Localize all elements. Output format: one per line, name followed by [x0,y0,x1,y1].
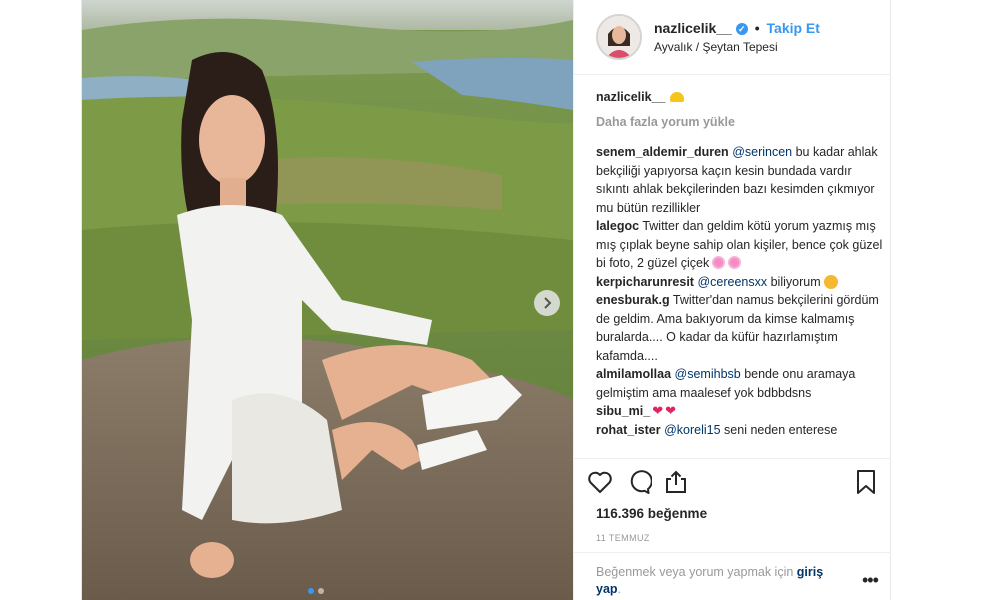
like-button[interactable] [586,468,616,498]
heart-outline-icon [588,471,612,493]
chevron-right-icon [544,297,552,309]
login-prompt-text: Beğenmek veya yorum yapmak için [596,565,797,579]
instagram-post: nazlicelik__ ✓ • Takip Et Ayvalık / Şeyta… [81,0,891,600]
waving-emoji-icon [669,92,684,102]
location-link[interactable]: Ayvalık / Şeytan Tepesi [654,40,778,54]
tongue-out-emoji-icon [823,274,838,289]
follow-button[interactable]: Takip Et [767,20,820,36]
header-separator: • [754,20,760,36]
action-bar [586,468,882,500]
comment-item: lalegoc Twitter dan geldim kötü yorum ya… [596,217,884,273]
post-date: 11 TEMMUZ [596,533,650,543]
post-side-panel: nazlicelik__ ✓ • Takip Et Ayvalık / Şeyta… [573,0,891,600]
comment-mention[interactable]: @semihbsb [675,367,741,381]
next-photo-button[interactable] [534,290,560,316]
post-header: nazlicelik__ ✓ • Takip Et Ayvalık / Şeyta… [574,0,891,75]
comment-username[interactable]: rohat_ister [596,423,661,437]
comment-mention[interactable]: @cereensxx [697,275,767,289]
section-divider [574,458,891,459]
comment-username[interactable]: almilamollaa [596,367,671,381]
comment-mention[interactable]: @koreli15 [664,423,720,437]
login-prompt: Beğenmek veya yorum yapmak için giriş ya… [596,564,846,598]
post-photo[interactable] [82,0,573,600]
comment-item: kerpicharunresit @cereensxx biliyorum [596,273,884,292]
comments-list[interactable]: nazlicelik__ Daha fazla yorum yükle sene… [596,88,884,454]
comment-username[interactable]: kerpicharunresit [596,275,694,289]
comment-item: almilamollaa @semihbsb bende onu aramaya… [596,365,884,402]
flower-emoji-icon [728,256,742,269]
carousel-dot [308,588,314,594]
avatar-image [598,16,640,58]
share-icon [666,470,686,493]
flower-emoji-icon [712,256,726,269]
bookmark-icon [857,470,875,494]
comment-text: biliyorum [767,274,821,289]
photo-image [82,0,573,600]
comment-item: rohat_ister @koreli15 seni neden enteres… [596,421,884,440]
avatar[interactable] [596,14,642,60]
share-button[interactable] [662,468,692,498]
comment-username[interactable]: sibu_mi_ [596,404,650,418]
comment-item: senem_aldemir_duren @serincen bu kadar a… [596,143,884,217]
heart-emoji-icon: ❤ [652,403,664,418]
comment-item: sibu_mi_ ❤ ❤ [596,402,884,421]
comment-text: seni neden enterese [720,422,838,437]
load-more-comments-button[interactable]: Daha fazla yorum yükle [596,113,884,132]
caption: nazlicelik__ [596,88,884,107]
likes-count[interactable]: 116.396 beğenme [596,506,707,521]
comment-username[interactable]: senem_aldemir_duren [596,145,729,159]
more-options-icon[interactable]: ••• [862,570,879,591]
header-user-line: nazlicelik__ ✓ • Takip Et [654,20,820,36]
carousel-indicator [308,588,324,594]
comment-item: enesburak.g Twitter'dan namus bekçilerin… [596,291,884,365]
heart-emoji-icon: ❤ [665,403,676,418]
comment-username[interactable]: lalegoc [596,219,639,233]
verified-badge-icon: ✓ [735,23,748,35]
comment-button[interactable] [624,468,654,498]
header-username[interactable]: nazlicelik__ [654,20,732,36]
comment-username[interactable]: enesburak.g [596,293,670,307]
comment-icon [630,470,653,494]
section-divider [574,552,891,553]
caption-username[interactable]: nazlicelik__ [596,90,666,104]
login-prompt-end: . [617,582,622,596]
save-button[interactable] [852,468,882,498]
carousel-dot [318,588,324,594]
comment-mention[interactable]: @serincen [732,145,792,159]
